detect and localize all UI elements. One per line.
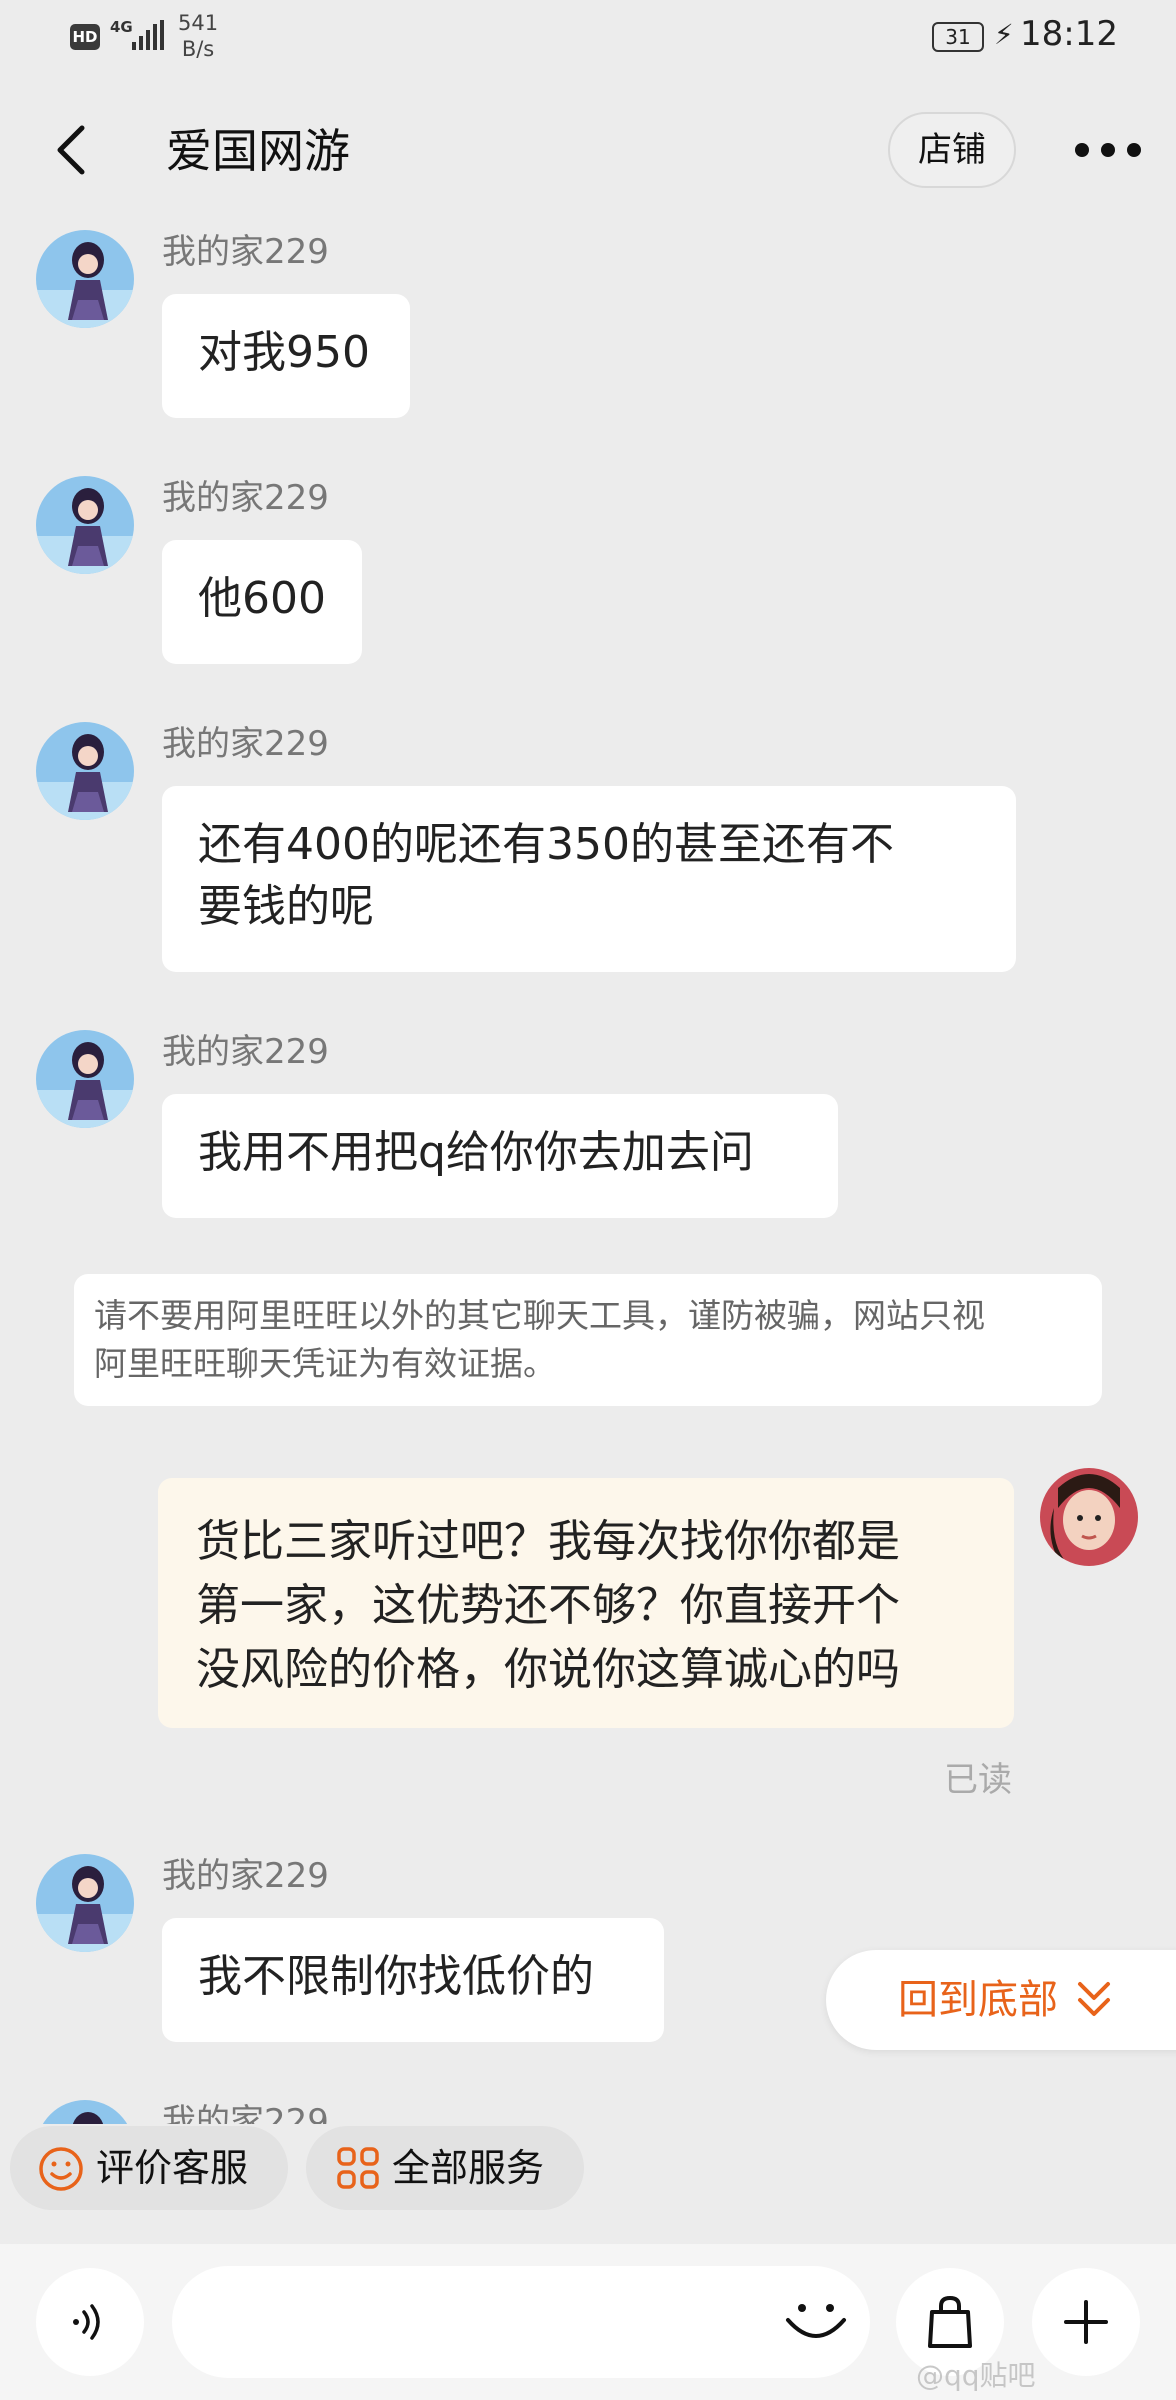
anime-avatar-image	[36, 476, 134, 574]
message-bubble[interactable]: 我用不用把q给你你去加去问	[162, 1094, 838, 1218]
shopping-bag-icon	[928, 2295, 972, 2348]
grid-services-icon	[337, 2147, 379, 2189]
notice-line: 阿里旺旺聊天凭证为有效证据。	[94, 1344, 556, 1383]
message-line: 第一家，这优势还不够？你直接开个	[196, 1580, 900, 1631]
all-services-chip[interactable]: 全部服务	[306, 2126, 584, 2210]
anime-avatar-image	[36, 1030, 134, 1128]
avatar[interactable]	[36, 476, 134, 574]
message-line: 还有400的呢还有350的甚至还有不	[198, 819, 894, 870]
notice-line: 请不要用阿里旺旺以外的其它聊天工具，谨防被骗，网站只视	[94, 1296, 985, 1335]
message-line: 货比三家听过吧？我每次找你你都是	[196, 1516, 900, 1567]
avatar[interactable]	[36, 2100, 134, 2124]
rate-service-chip[interactable]: 评价客服	[10, 2126, 288, 2210]
message-bubble[interactable]: 对我950	[162, 294, 410, 418]
my-avatar[interactable]	[1040, 1468, 1138, 1566]
sender-name: 我的家229	[162, 724, 329, 764]
anime-avatar-image	[36, 1854, 134, 1952]
anime-avatar-image	[36, 722, 134, 820]
avatar[interactable]	[36, 1030, 134, 1128]
network-speed: 541 B/s	[178, 10, 218, 62]
status-bar: HD 4G 541 B/s 31 ⚡ 18:12	[0, 0, 1176, 72]
read-status: 已读	[944, 1760, 1012, 1800]
battery-icon: 31	[932, 22, 984, 52]
rate-service-label: 评价客服	[96, 2146, 249, 2190]
message-input[interactable]	[172, 2266, 870, 2378]
speed-value: 541	[178, 11, 219, 35]
chat-title: 爱国网游	[166, 124, 350, 178]
message-line: 要钱的呢	[198, 881, 374, 932]
sender-name: 我的家229	[162, 232, 329, 272]
clipped-message: 我的家229	[0, 2094, 1176, 2124]
speed-unit: B/s	[181, 37, 215, 61]
shop-button[interactable]: 店铺	[888, 112, 1016, 188]
watermark: @qq贴吧	[916, 2359, 1036, 2392]
back-arrow-icon[interactable]	[48, 120, 98, 180]
more-dots-icon[interactable]	[1072, 130, 1144, 170]
message-bubble[interactable]: 我不限制你找低价的	[162, 1918, 664, 2042]
hd-badge: HD	[70, 24, 100, 50]
charging-icon: ⚡	[994, 18, 1014, 51]
scroll-to-bottom-label: 回到底部	[898, 1977, 1058, 2023]
message-line: 没风险的价格，你说你这算诚心的吗	[196, 1644, 900, 1695]
plus-button[interactable]	[1032, 2268, 1140, 2376]
avatar[interactable]	[36, 1854, 134, 1952]
emoji-icon[interactable]	[780, 2290, 852, 2354]
smile-icon	[39, 2147, 83, 2191]
chevron-double-down-icon	[1078, 1982, 1110, 2016]
voice-button[interactable]	[36, 2268, 144, 2376]
scroll-to-bottom-button[interactable]: 回到底部	[826, 1950, 1176, 2050]
sender-name: 我的家229	[162, 1032, 329, 1072]
system-notice: 请不要用阿里旺旺以外的其它聊天工具，谨防被骗，网站只视 阿里旺旺聊天凭证为有效证…	[74, 1274, 1102, 1406]
voice-icon	[73, 2304, 100, 2340]
message-bubble[interactable]: 他600	[162, 540, 362, 664]
avatar[interactable]	[36, 230, 134, 328]
anime-avatar-image	[36, 230, 134, 328]
anime-avatar-image	[36, 2100, 134, 2124]
sender-name: 我的家229	[162, 2102, 329, 2124]
network-type: 4G	[110, 18, 133, 36]
sender-name: 我的家229	[162, 1856, 329, 1896]
user-photo-avatar	[1040, 1468, 1138, 1566]
clock: 18:12	[1020, 14, 1118, 54]
plus-icon	[1064, 2300, 1108, 2344]
message-bubble[interactable]: 还有400的呢还有350的甚至还有不 要钱的呢	[162, 786, 1016, 972]
avatar[interactable]	[36, 722, 134, 820]
sender-name: 我的家229	[162, 478, 329, 518]
my-message-bubble[interactable]: 货比三家听过吧？我每次找你你都是 第一家，这优势还不够？你直接开个 没风险的价格…	[158, 1478, 1014, 1728]
all-services-label: 全部服务	[392, 2146, 545, 2190]
signal-icon	[132, 20, 164, 50]
